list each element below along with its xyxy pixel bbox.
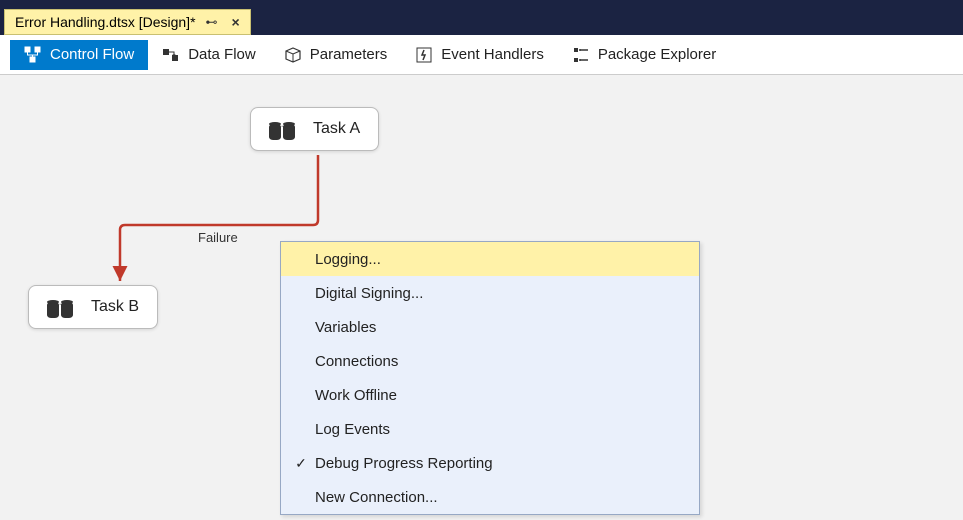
menu-item-new-connection[interactable]: New Connection... (281, 480, 699, 514)
database-transfer-icon: → (47, 296, 77, 318)
document-tab-title: Error Handling.dtsx [Design]* (15, 14, 196, 30)
connector-label: Failure (198, 230, 238, 245)
event-handlers-icon (415, 46, 433, 64)
menu-item-work-offline[interactable]: Work Offline (281, 378, 699, 412)
menu-item-debug-progress-reporting[interactable]: ✓ Debug Progress Reporting (281, 446, 699, 480)
toolbar-label: Parameters (310, 46, 388, 63)
toolbar-label: Package Explorer (598, 46, 716, 63)
database-transfer-icon: → (269, 118, 299, 140)
document-tab[interactable]: Error Handling.dtsx [Design]* ⊷ × (4, 9, 251, 35)
context-menu: Logging... Digital Signing... Variables … (280, 241, 700, 515)
menu-item-label: Connections (315, 353, 398, 370)
menu-item-logging[interactable]: Logging... (281, 242, 699, 276)
menu-item-variables[interactable]: Variables (281, 310, 699, 344)
tab-control-flow[interactable]: Control Flow (10, 40, 148, 70)
data-flow-icon (162, 46, 180, 64)
task-node-a[interactable]: → Task A (250, 107, 379, 151)
menu-item-label: Logging... (315, 251, 381, 268)
control-flow-icon (24, 46, 42, 64)
menu-item-label: New Connection... (315, 489, 438, 506)
menu-item-log-events[interactable]: Log Events (281, 412, 699, 446)
checkmark-icon: ✓ (287, 455, 315, 472)
parameters-icon (284, 46, 302, 64)
menu-item-label: Digital Signing... (315, 285, 423, 302)
menu-item-connections[interactable]: Connections (281, 344, 699, 378)
menu-item-label: Log Events (315, 421, 390, 438)
toolbar-label: Control Flow (50, 46, 134, 63)
package-explorer-icon (572, 46, 590, 64)
designer-toolbar: Control Flow Data Flow Parameters (0, 35, 963, 75)
menu-item-label: Work Offline (315, 387, 397, 404)
menu-item-label: Debug Progress Reporting (315, 455, 493, 472)
tab-parameters[interactable]: Parameters (270, 40, 402, 70)
tab-package-explorer[interactable]: Package Explorer (558, 40, 730, 70)
toolbar-label: Data Flow (188, 46, 256, 63)
toolbar-label: Event Handlers (441, 46, 544, 63)
menu-item-digital-signing[interactable]: Digital Signing... (281, 276, 699, 310)
task-label: Task B (91, 298, 139, 316)
close-icon[interactable]: × (228, 14, 244, 30)
menu-item-label: Variables (315, 319, 376, 336)
design-canvas[interactable]: → Task A → Task B Failure Logging... Dig… (0, 75, 963, 520)
task-label: Task A (313, 120, 360, 138)
pin-icon[interactable]: ⊷ (202, 15, 222, 29)
tab-data-flow[interactable]: Data Flow (148, 40, 270, 70)
task-node-b[interactable]: → Task B (28, 285, 158, 329)
tab-event-handlers[interactable]: Event Handlers (401, 40, 558, 70)
